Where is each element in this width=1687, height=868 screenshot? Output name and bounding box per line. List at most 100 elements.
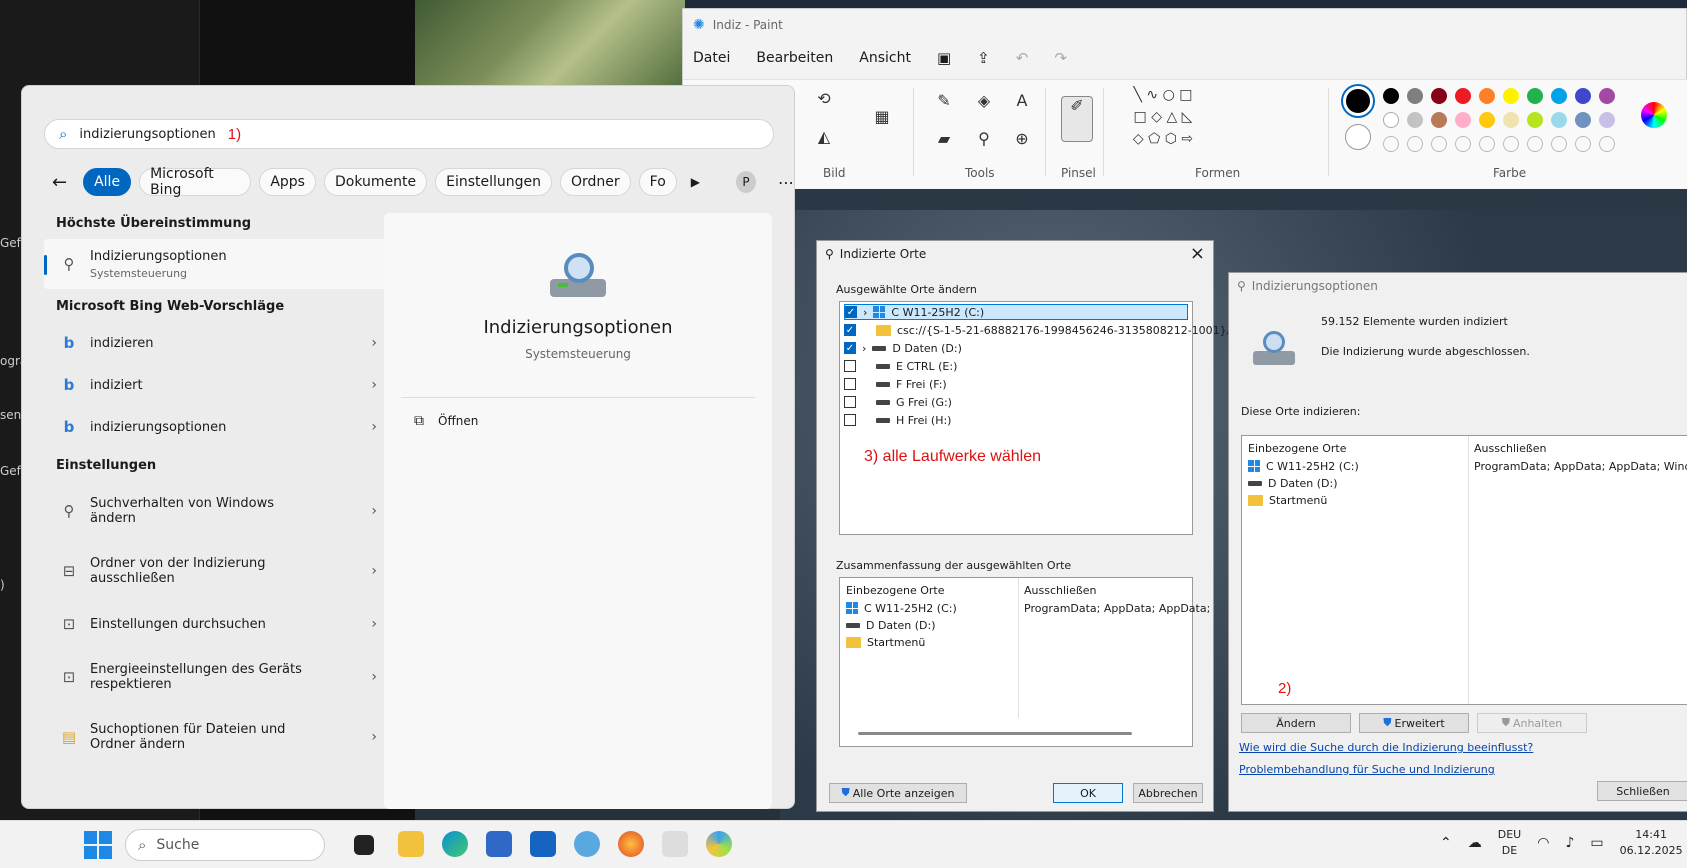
color-swatch[interactable] [1503,112,1519,128]
tree-item[interactable]: H Frei (H:) [844,412,951,428]
weather-app-icon[interactable] [574,831,600,857]
tree-item[interactable]: ✓ › C W11-25H2 (C:) [844,304,1188,320]
empty-swatch[interactable] [1575,136,1591,152]
firefox-icon[interactable] [618,831,644,857]
menu-ansicht[interactable]: Ansicht [859,50,911,66]
close-icon[interactable]: × [1190,243,1205,264]
wifi-icon[interactable]: ◠ [1537,835,1549,851]
image-select-icon[interactable]: ▦ [873,108,891,126]
ok-button[interactable]: OK [1053,783,1123,803]
rotate-icon[interactable]: ⟲ [815,90,833,108]
cloud-icon[interactable]: ☁ [1468,835,1482,851]
menu-bearbeiten[interactable]: Bearbeiten [756,50,833,66]
menu-datei[interactable]: Datei [693,50,730,66]
windows-start-icon[interactable] [84,831,112,859]
settings-item[interactable]: ⊟ Ordner von der Indizierung ausschließen… [44,541,399,601]
empty-swatch[interactable] [1455,136,1471,152]
empty-swatch[interactable] [1503,136,1519,152]
color-swatch[interactable] [1527,112,1543,128]
tree-item[interactable]: ✓ csc://{S-1-5-21-68882176-1998456246-313… [844,322,1230,338]
more-options-icon[interactable]: ⋯ [778,173,794,192]
checkbox[interactable] [844,396,856,408]
checkbox[interactable]: ✓ [845,306,857,318]
save-icon[interactable]: ▣ [937,49,951,67]
tree-item[interactable]: E CTRL (E:) [844,358,957,374]
show-all-locations-button[interactable]: ⛊ Alle Orte anzeigen [829,783,967,803]
empty-swatch[interactable] [1383,136,1399,152]
fill-icon[interactable]: ◈ [975,92,993,110]
empty-swatch[interactable] [1551,136,1567,152]
best-match-item[interactable]: ⚲ Indizierungsoptionen Systemsteuerung [44,239,399,289]
battery-icon[interactable]: ▭ [1590,835,1603,851]
redo-icon[interactable]: ↷ [1054,49,1067,67]
filter-bing[interactable]: Microsoft Bing [139,166,252,198]
pause-button[interactable]: ⛊ Anhalten [1477,713,1587,733]
color-swatch[interactable] [1527,88,1543,104]
eraser-icon[interactable]: ▰ [935,130,953,148]
bing-suggestion[interactable]: b indizieren › [44,322,399,364]
color-swatch[interactable] [1551,88,1567,104]
col-excluded-header[interactable]: Ausschließen [1474,440,1547,456]
checkbox[interactable]: ✓ [844,342,856,354]
share-icon[interactable]: ⇪ [977,49,990,67]
color-swatch[interactable] [1551,112,1567,128]
advanced-button[interactable]: ⛊ Erweitert [1359,713,1469,733]
color-swatch[interactable] [1431,88,1447,104]
settings-item[interactable]: ⊡ Einstellungen durchsuchen › [44,601,399,647]
outlook-icon[interactable] [530,831,556,857]
color2-swatch[interactable] [1345,124,1371,150]
color-swatch[interactable] [1575,88,1591,104]
clock[interactable]: 14:41 06.12.2025 [1620,827,1683,859]
shapes-gallery-icon[interactable]: ╲ ∿ ○ □ □ ◇ △ ◺ ◇ ⬠ ⬡ ⇨ [1123,84,1203,164]
language-indicator[interactable]: DEU DE [1498,827,1521,859]
magnifier-icon[interactable]: ⊕ [1013,130,1031,148]
filter-apps[interactable]: Apps [259,168,316,196]
settings-item[interactable]: ⚲ Suchverhalten von Windows ändern › [44,481,399,541]
checkbox[interactable] [844,360,856,372]
color-swatch[interactable] [1503,88,1519,104]
color-swatch[interactable] [1407,88,1423,104]
col-included-header[interactable]: Einbezogene Orte [1248,440,1346,456]
color-swatch[interactable] [1431,112,1447,128]
color-swatch[interactable] [1479,112,1495,128]
bing-suggestion[interactable]: b indiziert › [44,364,399,406]
change-button[interactable]: Ändern [1241,713,1351,733]
chevron-up-icon[interactable]: ⌃ [1440,835,1452,851]
cancel-button[interactable]: Abbrechen [1133,783,1203,803]
settings-item[interactable]: ▤ Suchoptionen für Dateien und Ordner änd… [44,707,399,767]
search-input[interactable]: indizierungsoptionen [79,127,215,142]
checkbox[interactable] [844,378,856,390]
volume-icon[interactable]: ♪ [1565,835,1574,851]
play-more-icon[interactable]: ▶ [691,175,700,189]
color-swatch[interactable] [1599,112,1615,128]
undo-icon[interactable]: ↶ [1016,49,1029,67]
bing-suggestion[interactable]: b indizierungsoptionen › [44,406,399,448]
search-box[interactable]: ⌕ indizierungsoptionen 1) [44,119,774,149]
solitaire-icon[interactable] [662,831,688,857]
tree-item[interactable]: ✓ › D Daten (D:) [844,340,962,356]
file-explorer-icon[interactable] [398,831,424,857]
color-picker-icon[interactable]: ⚲ [975,130,993,148]
checkbox[interactable] [844,414,856,426]
color-swatch[interactable] [1455,112,1471,128]
color1-swatch[interactable] [1343,86,1373,116]
pencil-icon[interactable]: ✎ [935,92,953,110]
text-icon[interactable]: A [1013,92,1031,110]
empty-swatch[interactable] [1479,136,1495,152]
settings-item[interactable]: ⊡ Energieeinstellungen des Geräts respekt… [44,647,399,707]
col-included-header[interactable]: Einbezogene Orte [846,582,944,598]
color-swatch[interactable] [1599,88,1615,104]
color-swatch[interactable] [1479,88,1495,104]
flip-icon[interactable]: ◭ [815,128,833,146]
troubleshoot-link[interactable]: Problembehandlung für Suche und Indizier… [1239,763,1495,776]
empty-swatch[interactable] [1527,136,1543,152]
indexing-help-link[interactable]: Wie wird die Suche durch die Indizierung… [1239,741,1533,754]
checkbox[interactable]: ✓ [844,324,856,336]
filter-photos[interactable]: Fo [638,168,677,196]
empty-swatch[interactable] [1431,136,1447,152]
color-swatch[interactable] [1455,88,1471,104]
taskbar-search[interactable]: ⌕ Suche [125,829,325,861]
color-swatch[interactable] [1383,88,1399,104]
empty-swatch[interactable] [1599,136,1615,152]
back-arrow-icon[interactable]: ← [52,172,67,193]
